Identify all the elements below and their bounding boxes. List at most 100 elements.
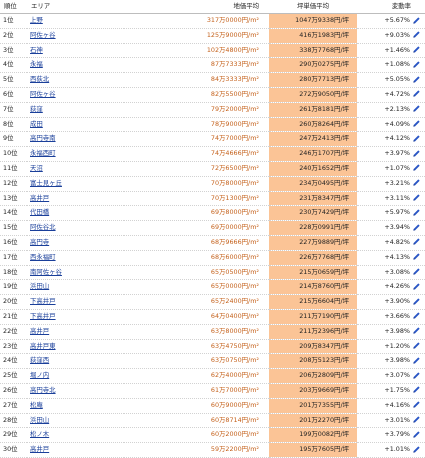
pencil-trend-icon[interactable] <box>412 60 421 69</box>
area-cell[interactable]: 阿佐谷北 <box>27 220 124 236</box>
area-cell[interactable]: 高井戸 <box>27 442 124 458</box>
pencil-trend-icon[interactable] <box>412 119 421 128</box>
pencil-trend-icon[interactable] <box>412 267 421 276</box>
change-cell: +4.16% <box>357 398 425 414</box>
area-cell[interactable]: 石神 <box>27 43 124 59</box>
area-link[interactable]: 西荻北 <box>30 75 49 83</box>
pencil-trend-icon[interactable] <box>412 237 421 246</box>
area-cell[interactable]: 阿佐ヶ谷 <box>27 28 124 44</box>
header-change: 変動率 <box>357 0 425 14</box>
area-cell[interactable]: 上野 <box>27 13 124 29</box>
area-cell[interactable]: 高井戸 <box>27 191 124 207</box>
pencil-trend-icon[interactable] <box>412 311 421 320</box>
pencil-trend-icon[interactable] <box>412 45 421 54</box>
area-link[interactable]: 永福 <box>30 60 43 68</box>
area-link[interactable]: 天沼 <box>30 164 43 172</box>
area-link[interactable]: 成田 <box>30 120 43 128</box>
pencil-trend-icon[interactable] <box>412 341 421 350</box>
area-cell[interactable]: 下高井戸 <box>27 294 124 310</box>
area-link[interactable]: 阿佐ヶ谷 <box>30 31 56 39</box>
pencil-trend-icon[interactable] <box>412 208 421 217</box>
area-link[interactable]: 高円寺 <box>30 238 49 246</box>
area-link[interactable]: 浜田山 <box>30 416 49 424</box>
pencil-trend-icon[interactable] <box>412 104 421 113</box>
change-value: +3.07% <box>384 371 410 380</box>
area-link[interactable]: 上野 <box>30 16 43 24</box>
pencil-trend-icon[interactable] <box>412 89 421 98</box>
area-cell[interactable]: 西荻北 <box>27 72 124 88</box>
area-cell[interactable]: 阿佐ヶ谷 <box>27 87 124 103</box>
pencil-trend-icon[interactable] <box>412 400 421 409</box>
rank-cell: 21位 <box>0 309 27 325</box>
pencil-trend-icon[interactable] <box>412 16 421 25</box>
area-cell[interactable]: 松庵 <box>27 398 124 414</box>
area-link[interactable]: 高井戸 <box>30 327 49 335</box>
area-cell[interactable]: 荻窪 <box>27 102 124 118</box>
area-cell[interactable]: 荻窪西 <box>27 353 124 370</box>
area-cell[interactable]: 高円寺 <box>27 235 124 251</box>
rank-cell: 15位 <box>0 220 27 236</box>
area-link[interactable]: 代田橋 <box>30 208 49 216</box>
ranking-page: 順位 エリア 地価平均 坪単価平均 変動率 1位 上野 317万0000円/m² 10… <box>0 0 425 458</box>
area-cell[interactable]: 天沼 <box>27 161 124 177</box>
pencil-trend-icon[interactable] <box>412 430 421 439</box>
area-link[interactable]: 下高井戸 <box>30 312 56 320</box>
area-link[interactable]: 高井戸東 <box>30 342 56 350</box>
pencil-trend-icon[interactable] <box>412 326 421 335</box>
area-cell[interactable]: 浜田山 <box>27 413 124 429</box>
pencil-trend-icon[interactable] <box>412 149 421 158</box>
area-cell[interactable]: 松ノ木 <box>27 427 124 444</box>
area-cell[interactable]: 高円寺北 <box>27 383 124 399</box>
area-link[interactable]: 浜田山 <box>30 282 49 290</box>
pencil-trend-icon[interactable] <box>412 193 421 202</box>
area-link[interactable]: 富士見ヶ丘 <box>30 179 62 187</box>
area-link[interactable]: 高井戸 <box>30 194 49 202</box>
pencil-trend-icon[interactable] <box>412 223 421 232</box>
pencil-trend-icon[interactable] <box>412 371 421 380</box>
area-link[interactable]: 南阿佐ヶ谷 <box>30 268 62 276</box>
pencil-trend-icon[interactable] <box>412 385 421 394</box>
area-link[interactable]: 永福西町 <box>30 149 56 157</box>
pencil-trend-icon[interactable] <box>412 30 421 39</box>
pencil-trend-icon[interactable] <box>412 297 421 306</box>
area-cell[interactable]: 南阿佐ヶ谷 <box>27 265 124 281</box>
area-cell[interactable]: 高円寺南 <box>27 131 124 148</box>
area-link[interactable]: 阿佐谷北 <box>30 223 56 231</box>
change-value: +4.26% <box>384 282 410 291</box>
pencil-trend-icon[interactable] <box>412 75 421 84</box>
area-cell[interactable]: 富士見ヶ丘 <box>27 176 124 192</box>
area-link[interactable]: 高円寺南 <box>30 134 56 142</box>
area-link[interactable]: 荻窪西 <box>30 356 49 364</box>
area-link[interactable]: 下高井戸 <box>30 297 56 305</box>
pencil-trend-icon[interactable] <box>412 356 421 365</box>
pencil-trend-icon[interactable] <box>412 445 421 454</box>
area-cell[interactable]: 永福 <box>27 57 124 74</box>
area-link[interactable]: 石神 <box>30 46 43 54</box>
area-cell[interactable]: 堀ノ内 <box>27 368 124 384</box>
area-cell[interactable]: 西永福町 <box>27 250 124 266</box>
pencil-trend-icon[interactable] <box>412 134 421 143</box>
pencil-trend-icon[interactable] <box>412 415 421 424</box>
change-cell: +3.07% <box>357 368 425 384</box>
change-value: +1.07% <box>384 163 410 172</box>
avg-price-cell: 84万3333円/m² <box>124 72 269 88</box>
area-cell[interactable]: 代田橋 <box>27 205 124 222</box>
area-cell[interactable]: 下高井戸 <box>27 309 124 325</box>
area-cell[interactable]: 浜田山 <box>27 279 124 296</box>
area-link[interactable]: 高井戸 <box>30 445 49 453</box>
pencil-trend-icon[interactable] <box>412 252 421 261</box>
area-link[interactable]: 荻窪 <box>30 105 43 113</box>
pencil-trend-icon[interactable] <box>412 282 421 291</box>
area-link[interactable]: 高円寺北 <box>30 386 56 394</box>
pencil-trend-icon[interactable] <box>412 178 421 187</box>
pencil-trend-icon[interactable] <box>412 163 421 172</box>
area-link[interactable]: 松庵 <box>30 401 43 409</box>
area-cell[interactable]: 成田 <box>27 117 124 133</box>
area-cell[interactable]: 高井戸 <box>27 324 124 340</box>
area-cell[interactable]: 高井戸東 <box>27 339 124 355</box>
area-cell[interactable]: 永福西町 <box>27 146 124 162</box>
area-link[interactable]: 阿佐ヶ谷 <box>30 90 56 98</box>
area-link[interactable]: 松ノ木 <box>30 430 49 438</box>
area-link[interactable]: 西永福町 <box>30 253 56 261</box>
area-link[interactable]: 堀ノ内 <box>30 371 49 379</box>
